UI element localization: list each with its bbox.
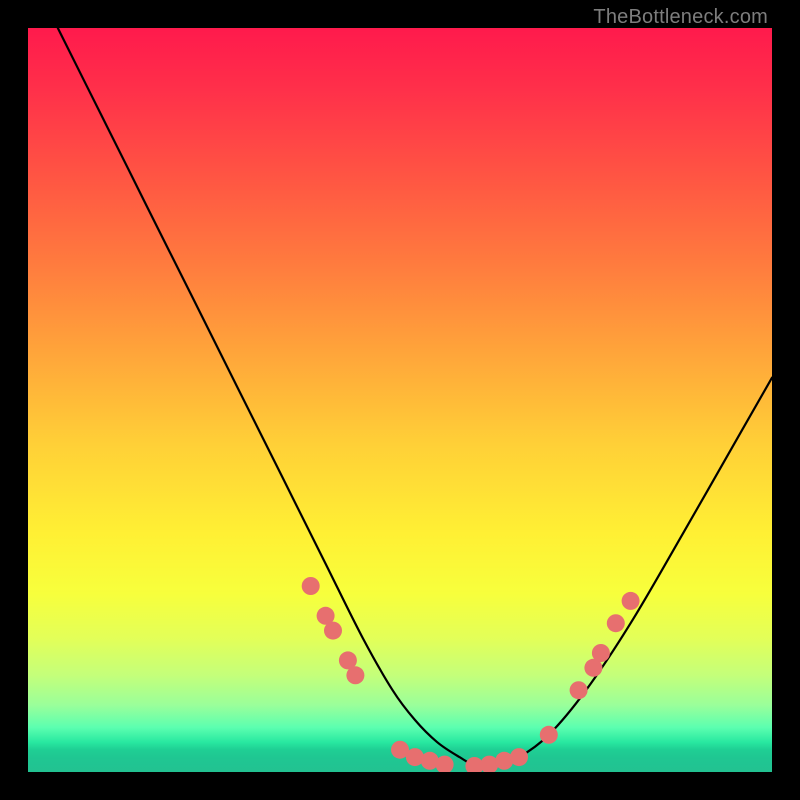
- curve-markers: [302, 577, 640, 772]
- plot-area: [28, 28, 772, 772]
- marker-dot: [346, 666, 364, 684]
- watermark-text: TheBottleneck.com: [593, 6, 768, 29]
- marker-dot: [622, 592, 640, 610]
- marker-dot: [302, 577, 320, 595]
- marker-dot: [592, 644, 610, 662]
- chart-svg: [28, 28, 772, 772]
- marker-dot: [324, 622, 342, 640]
- bottleneck-curve: [58, 28, 772, 766]
- marker-dot: [480, 756, 498, 772]
- curve-layer: [58, 28, 772, 766]
- marker-dot: [570, 681, 588, 699]
- chart-frame: TheBottleneck.com: [0, 0, 800, 800]
- marker-dot: [540, 726, 558, 744]
- marker-dot: [510, 748, 528, 766]
- marker-dot: [607, 614, 625, 632]
